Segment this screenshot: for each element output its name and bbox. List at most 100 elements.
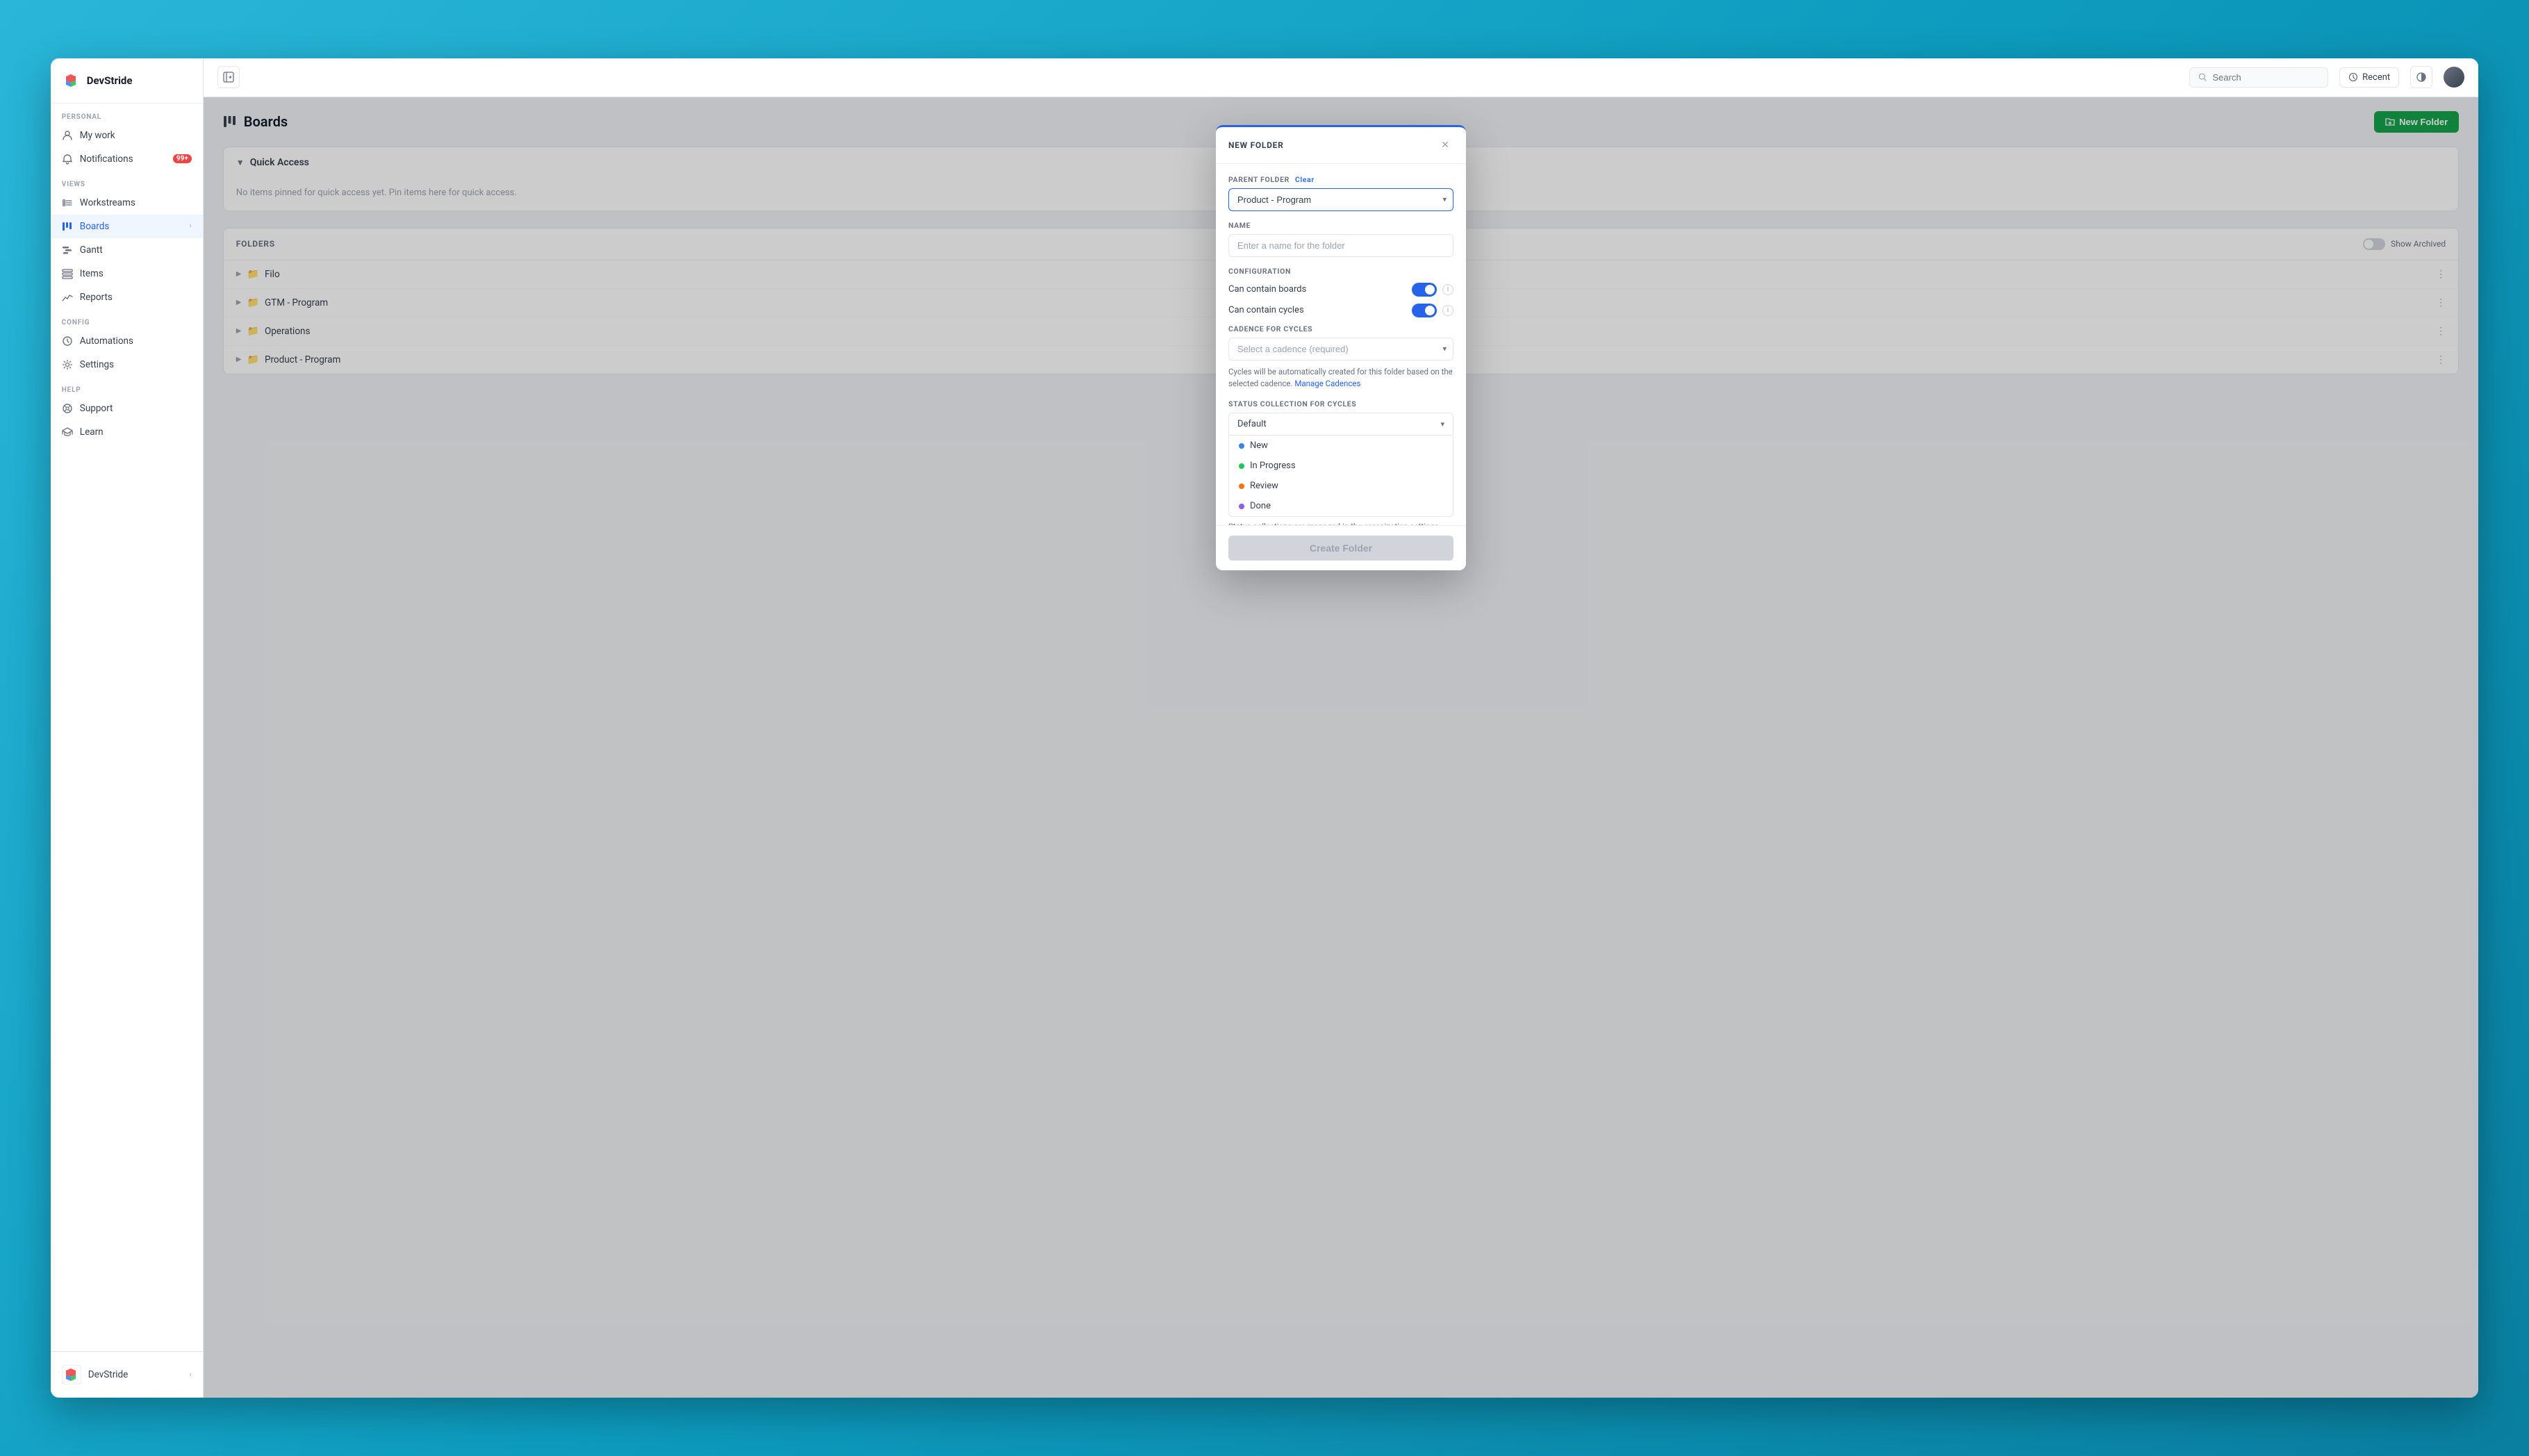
sidebar-item-workstreams[interactable]: Workstreams <box>51 191 203 215</box>
boards-label: Boards <box>80 221 109 232</box>
gantt-label: Gantt <box>80 245 103 256</box>
can-contain-cycles-row: Can contain cycles i <box>1228 304 1453 317</box>
items-label: Items <box>80 268 104 279</box>
contrast-icon <box>2416 72 2427 83</box>
app-logo: DevStride <box>51 58 203 104</box>
sidebar-item-reports[interactable]: Reports <box>51 286 203 309</box>
sidebar-item-my-work[interactable]: My work <box>51 124 203 147</box>
status-review-label: Review <box>1250 481 1278 491</box>
bottom-chevron: › <box>190 1371 192 1379</box>
parent-folder-label-text: PARENT FOLDER <box>1228 175 1290 184</box>
learn-icon <box>62 427 73 438</box>
status-done: Done <box>1229 496 1453 516</box>
sidebar-item-automations[interactable]: Automations <box>51 329 203 353</box>
reports-icon <box>62 292 73 303</box>
can-contain-boards-info[interactable]: i <box>1442 284 1453 295</box>
sidebar: DevStride PERSONAL My work Notifications… <box>51 58 204 1398</box>
can-contain-cycles-toggle[interactable] <box>1412 304 1437 317</box>
user-avatar[interactable] <box>2444 67 2464 88</box>
add-panel-button[interactable] <box>217 66 240 88</box>
content-area: Boards New Folder ▼ Quick Access No item… <box>204 97 2478 1398</box>
help-section-label: HELP <box>51 377 203 397</box>
configuration-label: CONFIGURATION <box>1228 267 1453 276</box>
sidebar-item-boards[interactable]: Boards › <box>51 215 203 238</box>
search-input[interactable] <box>2213 72 2320 83</box>
can-contain-boards-toggle[interactable] <box>1412 283 1437 297</box>
status-done-dot <box>1239 504 1244 509</box>
status-new-label: New <box>1250 440 1268 451</box>
person-icon <box>62 130 73 141</box>
modal-overlay[interactable]: NEW FOLDER ✕ PARENT FOLDER Clear Product… <box>204 97 2478 1398</box>
status-collection-dropdown[interactable]: Default ▾ <box>1228 413 1453 436</box>
cadence-select[interactable]: Select a cadence (required) <box>1228 338 1453 361</box>
name-label: NAME <box>1228 221 1453 230</box>
automations-label: Automations <box>80 336 133 347</box>
folder-name-input[interactable] <box>1228 234 1453 257</box>
can-contain-boards-row: Can contain boards i <box>1228 283 1453 297</box>
modal-footer: Create Folder <box>1216 525 1466 570</box>
notifications-badge: 99+ <box>173 154 192 163</box>
settings-label: Settings <box>80 359 114 370</box>
reports-label: Reports <box>80 292 113 303</box>
sidebar-item-support[interactable]: Support <box>51 397 203 420</box>
topbar: Recent <box>204 58 2478 97</box>
status-in-progress-dot <box>1239 463 1244 469</box>
boards-chevron: › <box>190 222 192 230</box>
main-area: Recent Boards New Folder <box>204 58 2478 1398</box>
parent-folder-label: PARENT FOLDER Clear <box>1228 175 1453 184</box>
status-review: Review <box>1229 476 1453 496</box>
my-work-label: My work <box>80 130 115 141</box>
status-default-value: Default <box>1237 419 1267 429</box>
settings-icon <box>62 359 73 370</box>
recent-button[interactable]: Recent <box>2339 67 2399 88</box>
notifications-label: Notifications <box>80 154 133 165</box>
support-icon <box>62 403 73 414</box>
sidebar-footer[interactable]: DevStride › <box>51 1351 203 1398</box>
status-list: New In Progress Review <box>1228 436 1453 517</box>
can-contain-cycles-info[interactable]: i <box>1442 305 1453 316</box>
support-label: Support <box>80 403 113 414</box>
sidebar-item-learn[interactable]: Learn <box>51 420 203 444</box>
sidebar-item-items[interactable]: Items <box>51 262 203 286</box>
items-icon <box>62 268 73 279</box>
modal-close-button[interactable]: ✕ <box>1437 137 1453 154</box>
cadence-hint: Cycles will be automatically created for… <box>1228 366 1453 390</box>
bell-icon <box>62 154 73 165</box>
recent-label: Recent <box>2362 72 2390 83</box>
status-dropdown-chevron: ▾ <box>1440 420 1444 429</box>
sidebar-item-settings[interactable]: Settings <box>51 353 203 377</box>
sidebar-bottom-logo[interactable]: DevStride › <box>51 1359 203 1391</box>
parent-folder-select-wrapper: Product - Program ▾ <box>1228 188 1453 211</box>
modal-title: NEW FOLDER <box>1228 140 1284 150</box>
status-new: New <box>1229 436 1453 456</box>
personal-section-label: PERSONAL <box>51 104 203 124</box>
can-contain-cycles-label: Can contain cycles <box>1228 305 1304 315</box>
sidebar-item-gantt[interactable]: Gantt <box>51 238 203 262</box>
add-panel-icon <box>223 72 234 83</box>
devstride-logo-icon <box>62 71 81 90</box>
manage-cadences-link[interactable]: Manage Cadences <box>1294 379 1360 388</box>
boards-icon <box>62 221 73 232</box>
status-in-progress-label: In Progress <box>1250 461 1296 471</box>
name-label-text: NAME <box>1228 221 1251 230</box>
app-name: DevStride <box>87 74 133 87</box>
automations-icon <box>62 336 73 347</box>
modal-header: NEW FOLDER ✕ <box>1216 127 1466 164</box>
sidebar-item-notifications[interactable]: Notifications 99+ <box>51 147 203 171</box>
clear-parent-link[interactable]: Clear <box>1295 175 1315 184</box>
create-folder-button[interactable]: Create Folder <box>1228 536 1453 561</box>
status-collection-label: STATUS COLLECTION FOR CYCLES <box>1228 399 1453 408</box>
theme-toggle[interactable] <box>2410 66 2432 88</box>
modal-body: PARENT FOLDER Clear Product - Program ▾ … <box>1216 164 1466 525</box>
status-done-label: Done <box>1250 501 1271 511</box>
workstreams-icon <box>62 197 73 208</box>
bottom-logo-icon <box>62 1365 81 1384</box>
learn-label: Learn <box>80 427 104 438</box>
views-section-label: VIEWS <box>51 171 203 191</box>
parent-folder-select[interactable]: Product - Program <box>1228 188 1453 211</box>
search-icon <box>2198 72 2207 82</box>
status-review-dot <box>1239 483 1244 489</box>
cadence-select-wrapper: Select a cadence (required) ▾ <box>1228 338 1453 361</box>
search-box[interactable] <box>2189 67 2328 88</box>
config-section-label: CONFIG <box>51 309 203 329</box>
